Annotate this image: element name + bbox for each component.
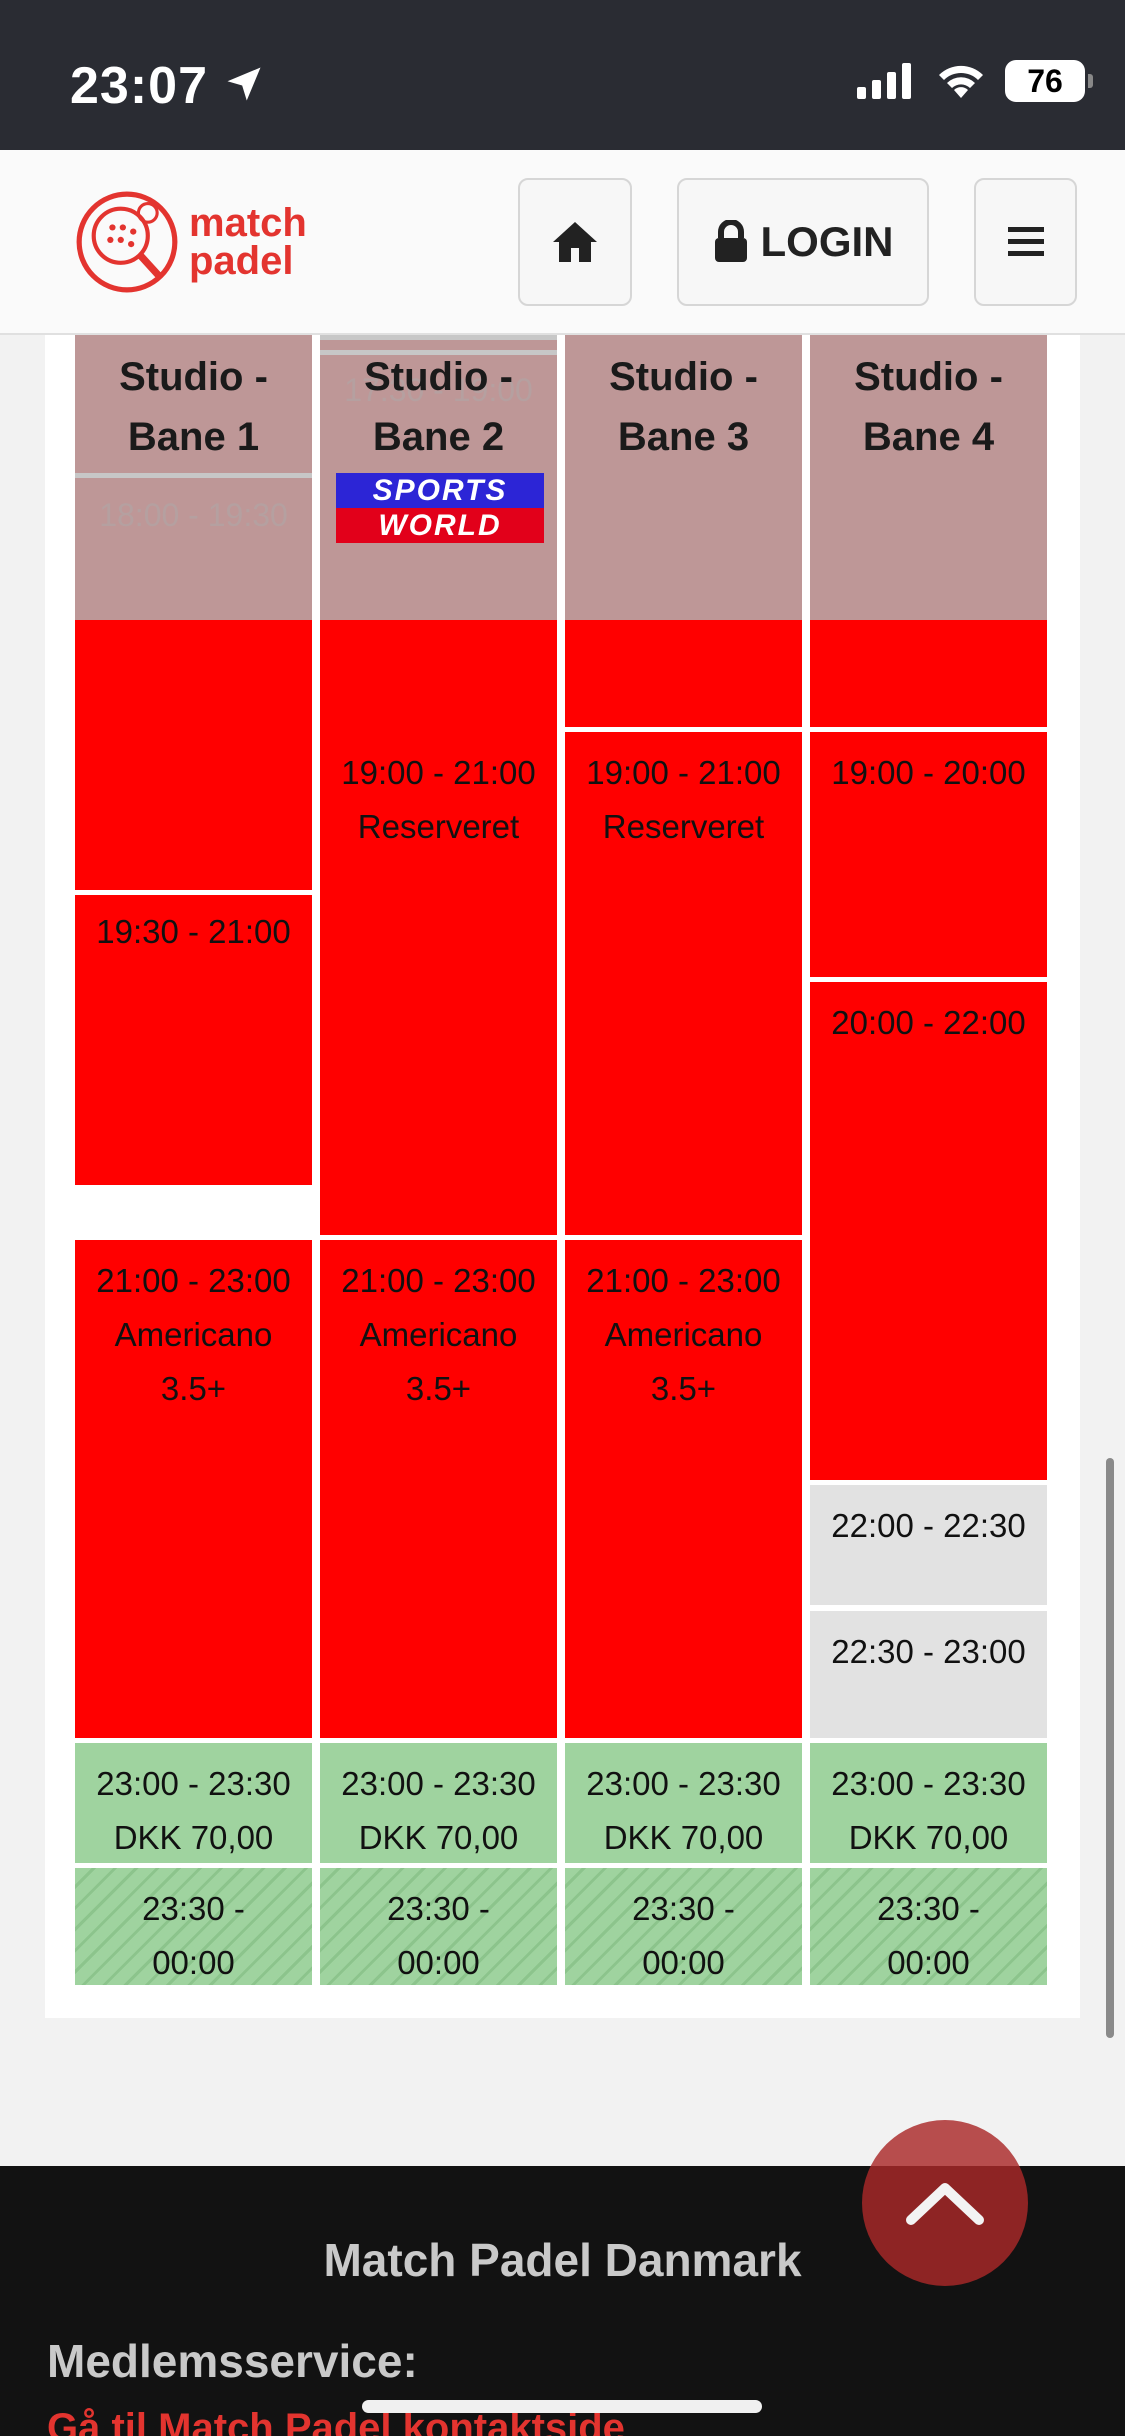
home-indicator xyxy=(362,2400,762,2413)
court-header-4: Studio - Bane 4 xyxy=(810,335,1047,620)
free-slot[interactable]: 22:00 - 22:30 xyxy=(810,1485,1047,1605)
booked-slot[interactable]: 19:00 - 21:00 Reserveret xyxy=(320,732,557,1235)
unavailable-slot: 23:30 - 00:00 xyxy=(75,1868,312,1985)
slot-time: 22:00 - 22:30 xyxy=(831,1507,1026,1544)
home-button[interactable] xyxy=(518,178,632,306)
slot-time: 23:00 - 23:30 xyxy=(96,1765,291,1802)
status-time: 23:07 xyxy=(70,57,208,115)
home-icon xyxy=(553,222,597,262)
slot-label: Reserveret xyxy=(357,808,520,845)
scroll-to-top-button[interactable] xyxy=(862,2120,1028,2286)
booked-slot[interactable]: 21:00 - 23:00 Americano 3.5+ xyxy=(320,1240,557,1738)
slot-label: Americano 3.5+ xyxy=(359,1316,518,1407)
slot-time: 23:30 - 00:00 xyxy=(142,1890,245,1981)
booked-slot[interactable] xyxy=(565,620,802,727)
location-arrow-icon xyxy=(227,67,261,101)
available-slot[interactable]: 23:00 - 23:30 DKK 70,00 xyxy=(75,1743,312,1863)
booked-slot[interactable]: 20:00 - 22:00 xyxy=(810,982,1047,1480)
login-label: LOGIN xyxy=(760,218,894,265)
slot-time: 19:00 - 21:00 xyxy=(586,754,781,791)
schedule-card: Studio - Bane 1 18:00 - 19:30 19:30 - 21… xyxy=(45,335,1080,2018)
available-slot[interactable]: 23:00 - 23:30 DKK 70,00 xyxy=(565,1743,802,1863)
site-header: match padel LOGIN xyxy=(0,150,1125,335)
chevron-up-icon xyxy=(906,2183,984,2225)
slot-time: 21:00 - 23:00 xyxy=(96,1262,291,1299)
slot-time: 21:00 - 23:00 xyxy=(341,1262,536,1299)
slot-time: 19:00 - 20:00 xyxy=(831,754,1026,791)
court-schedule-grid: Studio - Bane 1 18:00 - 19:30 19:30 - 21… xyxy=(75,335,1047,1985)
free-slot[interactable]: 22:30 - 23:00 xyxy=(810,1611,1047,1738)
slot-price: DKK 70,00 xyxy=(113,1819,274,1856)
court-header-1: Studio - Bane 1 18:00 - 19:30 xyxy=(75,335,312,620)
lock-icon xyxy=(714,220,747,262)
logo-text-padel: padel xyxy=(189,239,294,283)
unavailable-slot: 23:30 - 00:00 xyxy=(320,1868,557,1985)
booked-slot[interactable]: 21:00 - 23:00 Americano 3.5+ xyxy=(565,1240,802,1738)
slot-time: 19:30 - 21:00 xyxy=(96,913,291,950)
slot-time: 23:30 - 00:00 xyxy=(387,1890,490,1981)
page-scrollbar[interactable] xyxy=(1106,1458,1114,2038)
slot-time: 23:00 - 23:30 xyxy=(586,1765,781,1802)
slot-time: 20:00 - 22:00 xyxy=(831,1004,1026,1041)
booked-slot[interactable]: 21:00 - 23:00 Americano 3.5+ xyxy=(75,1240,312,1738)
hidden-slot-label: 18:00 - 19:30 xyxy=(99,497,288,533)
wifi-icon xyxy=(939,65,983,98)
booked-slot[interactable]: 19:00 - 21:00 Reserveret xyxy=(565,732,802,1235)
unavailable-slot: 23:30 - 00:00 xyxy=(810,1868,1047,1985)
hamburger-menu-icon xyxy=(1007,227,1044,256)
slot-time: 21:00 - 23:00 xyxy=(586,1262,781,1299)
slot-price: DKK 70,00 xyxy=(848,1819,1009,1856)
slot-time: 19:00 - 21:00 xyxy=(341,754,536,791)
slot-time: 22:30 - 23:00 xyxy=(831,1633,1026,1670)
slot-time: 23:30 - 00:00 xyxy=(632,1890,735,1981)
unavailable-slot: 23:30 - 00:00 xyxy=(565,1868,802,1985)
menu-button[interactable] xyxy=(974,178,1077,306)
slot-time: 23:00 - 23:30 xyxy=(341,1765,536,1802)
slot-price: DKK 70,00 xyxy=(358,1819,519,1856)
match-padel-logo[interactable]: match padel xyxy=(75,190,307,294)
available-slot[interactable]: 23:00 - 23:30 DKK 70,00 xyxy=(320,1743,557,1863)
signal-icon xyxy=(857,63,911,99)
available-slot[interactable]: 23:00 - 23:30 DKK 70,00 xyxy=(810,1743,1047,1863)
slot-time: 23:00 - 23:30 xyxy=(831,1765,1026,1802)
slot-label: Americano 3.5+ xyxy=(604,1316,763,1407)
slot-label: Reserveret xyxy=(602,808,765,845)
booked-slot[interactable] xyxy=(810,620,1047,727)
slot-label: Americano 3.5+ xyxy=(114,1316,273,1407)
member-service-heading: Medlemsservice: xyxy=(47,2335,418,2387)
court-header-3: Studio - Bane 3 xyxy=(565,335,802,620)
booked-slot[interactable]: 19:30 - 21:00 xyxy=(75,620,312,1185)
sports-world-logo: SPORTS WORLD xyxy=(336,473,544,543)
booked-slot[interactable]: 19:00 - 20:00 xyxy=(810,732,1047,977)
slot-time: 23:30 - 00:00 xyxy=(877,1890,980,1981)
slot-price: DKK 70,00 xyxy=(603,1819,764,1856)
login-button[interactable]: LOGIN xyxy=(677,178,929,306)
court-header-2: 17:30 - 19:00 Studio - Bane 2 SPORTS WOR… xyxy=(320,335,557,620)
status-icons: 76 xyxy=(857,60,1093,102)
status-bar: 23:07 76 xyxy=(0,0,1125,150)
padel-racket-logo-icon xyxy=(76,191,178,293)
logo-text-match: match xyxy=(189,201,307,245)
battery-icon: 76 xyxy=(1005,60,1093,102)
